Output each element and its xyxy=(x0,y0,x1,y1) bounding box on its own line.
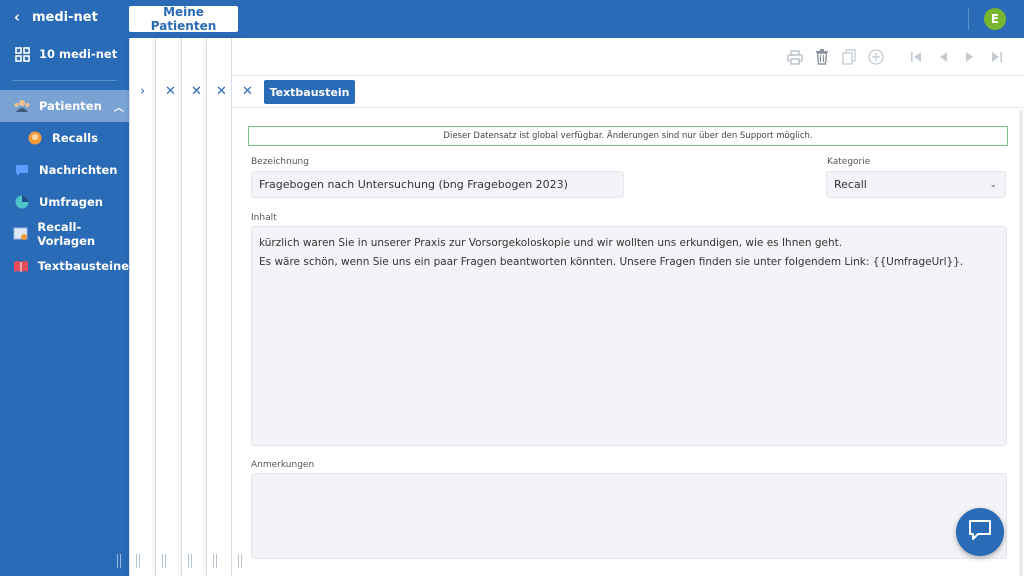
sidebar-item-label: Nachrichten xyxy=(39,163,118,177)
kategorie-value: Recall xyxy=(834,178,867,191)
resize-handle[interactable] xyxy=(213,554,217,568)
inhalt-line: Es wäre schön, wenn Sie uns ein paar Fra… xyxy=(259,256,964,268)
tab-textbaustein[interactable]: Textbaustein xyxy=(264,80,355,104)
resize-handle[interactable] xyxy=(238,554,242,568)
divider xyxy=(968,8,969,30)
user-avatar[interactable]: E xyxy=(984,8,1006,30)
sidebar-item-label: 10 medi-net xyxy=(39,47,118,61)
sidebar-item-medinet[interactable]: 10 medi-net xyxy=(0,38,129,70)
resize-handle[interactable] xyxy=(117,554,121,568)
sidebar-item-patienten[interactable]: Patienten ︿ xyxy=(0,90,129,122)
first-record-icon[interactable] xyxy=(908,49,924,65)
grid-icon xyxy=(13,45,31,63)
kategorie-select[interactable]: Recall ⌄ xyxy=(826,171,1006,198)
recall-person-icon xyxy=(26,129,44,147)
resize-handle[interactable] xyxy=(188,554,192,568)
close-icon[interactable]: ✕ xyxy=(165,84,176,99)
last-record-icon[interactable] xyxy=(989,49,1005,65)
pie-chart-icon xyxy=(13,193,31,211)
close-icon[interactable]: ✕ xyxy=(191,84,202,99)
resize-handle[interactable] xyxy=(136,554,140,568)
global-notice: Dieser Datensatz ist global verfügbar. Ä… xyxy=(248,126,1008,146)
sidebar-item-label: Recall-Vorlagen xyxy=(37,220,96,248)
anmerkungen-label: Anmerkungen xyxy=(251,460,315,470)
previous-record-icon[interactable] xyxy=(935,49,951,65)
add-icon[interactable] xyxy=(868,49,884,65)
sidebar-item-label: Textbausteine xyxy=(37,259,129,273)
sidebar-item-recalls[interactable]: Recalls xyxy=(0,122,129,154)
scrollbar[interactable] xyxy=(1019,110,1023,576)
sidebar-divider xyxy=(12,80,117,81)
inhalt-label: Inhalt xyxy=(251,213,277,223)
back-button[interactable]: ‹ medi-net xyxy=(10,8,98,26)
copy-icon[interactable] xyxy=(841,49,857,65)
bezeichnung-field[interactable]: Fragebogen nach Untersuchung (bng Frageb… xyxy=(251,171,624,198)
anmerkungen-textarea[interactable] xyxy=(251,473,1007,559)
my-patients-tab[interactable]: Meine Patienten xyxy=(129,5,238,33)
sidebar-item-label: Umfragen xyxy=(39,195,103,209)
chat-button[interactable] xyxy=(956,508,1004,556)
inhalt-line: kürzlich waren Sie in unserer Praxis zur… xyxy=(259,237,843,249)
sidebar-item-textbausteine[interactable]: Textbausteine xyxy=(0,250,129,282)
chevron-down-icon: ⌄ xyxy=(989,180,997,190)
next-record-icon[interactable] xyxy=(962,49,978,65)
trash-icon[interactable] xyxy=(814,49,830,65)
patients-icon xyxy=(13,97,31,115)
message-icon xyxy=(13,161,31,179)
textbaustein-panel: ✕ Textbaustein Dieser Datensatz ist glob… xyxy=(231,38,1024,576)
resize-handle[interactable] xyxy=(162,554,166,568)
inhalt-textarea[interactable]: kürzlich waren Sie in unserer Praxis zur… xyxy=(251,226,1007,446)
close-icon[interactable]: ✕ xyxy=(216,84,227,99)
template-icon xyxy=(13,225,29,243)
close-icon[interactable]: ✕ xyxy=(242,84,253,99)
print-icon[interactable] xyxy=(787,49,803,65)
toolbar xyxy=(232,38,1024,76)
chevron-up-icon[interactable]: ︿ xyxy=(114,99,124,114)
panel-tab-row: ✕ Textbaustein xyxy=(232,76,1024,108)
back-label: medi-net xyxy=(32,9,98,25)
sidebar-item-nachrichten[interactable]: Nachrichten xyxy=(0,154,129,186)
chevron-right-icon[interactable]: › xyxy=(140,84,145,99)
top-bar: ‹ medi-net Meine Patienten E xyxy=(0,0,1024,38)
chevron-left-icon: ‹ xyxy=(13,8,21,26)
sidebar-item-recall-vorlagen[interactable]: Recall-Vorlagen xyxy=(0,218,129,250)
kategorie-label: Kategorie xyxy=(827,157,871,167)
chat-icon xyxy=(968,519,992,545)
book-icon xyxy=(13,257,30,275)
sidebar-item-label: Recalls xyxy=(52,131,98,145)
bezeichnung-label: Bezeichnung xyxy=(251,157,309,167)
sidebar: 10 medi-net Patienten ︿ Recalls Nachrich… xyxy=(0,38,129,576)
sidebar-item-label: Patienten xyxy=(39,99,102,113)
sidebar-item-umfragen[interactable]: Umfragen xyxy=(0,186,129,218)
